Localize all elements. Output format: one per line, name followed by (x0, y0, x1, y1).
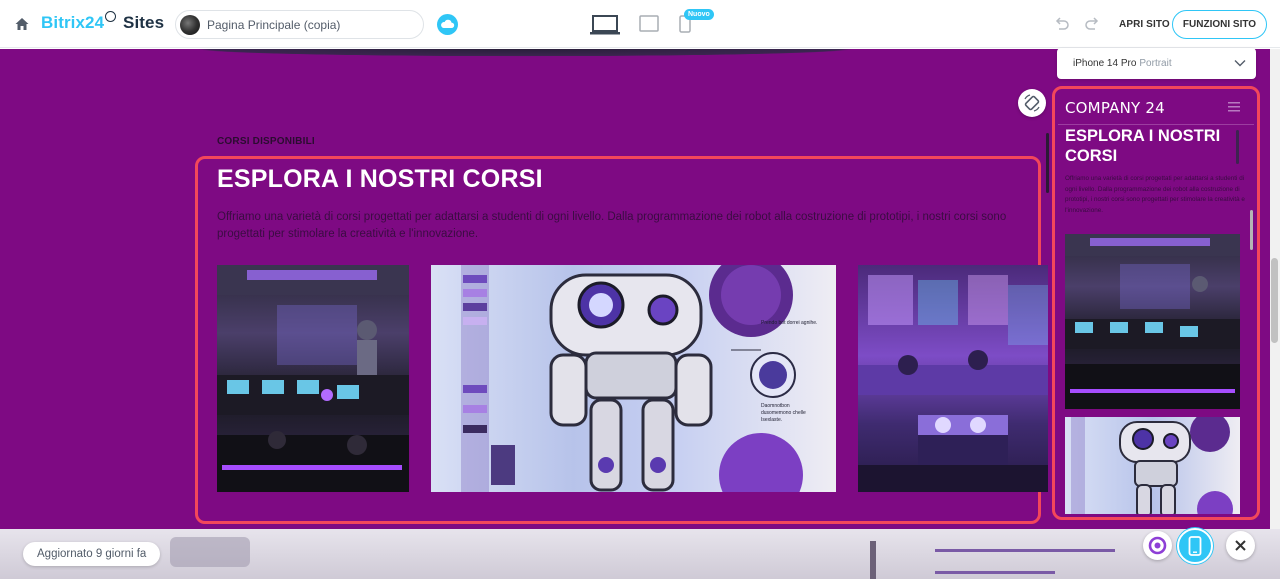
cloud-save-button[interactable] (437, 14, 458, 35)
orientation-label: Portrait (1139, 58, 1172, 69)
open-site-link[interactable]: APRI SITO (1119, 19, 1170, 30)
top-toolbar: Bitrix24 Sites Pagina Principale (copia)… (0, 0, 1280, 48)
lab-illustration (217, 265, 409, 492)
course-image-robot[interactable]: Prendo bot dorrei agnihe. Daomnotbon dus… (431, 265, 836, 492)
next-block-decoration (170, 537, 250, 567)
highlighted-preview-frame (1052, 86, 1260, 520)
ai-copilot-icon (1148, 536, 1167, 555)
robot-annotation-1: Prendo bot dorrei agnihe. (761, 320, 818, 326)
close-icon (1235, 540, 1246, 551)
bitrix24-logo[interactable]: Bitrix24 Sites (41, 11, 165, 33)
cloud-icon (441, 19, 455, 28)
clock-icon (105, 11, 117, 22)
next-block-decoration (935, 549, 1115, 552)
device-model-select[interactable]: iPhone 14 Pro Portrait (1057, 48, 1256, 79)
section-label[interactable]: CORSI DISPONIBILI (217, 136, 315, 147)
ai-assistant-button[interactable] (1143, 531, 1172, 560)
brand-main: Bitrix24 (41, 13, 105, 32)
canvas-scroll-indicator (1046, 133, 1049, 193)
site-functions-button[interactable]: FUNZIONI SITO (1172, 10, 1267, 39)
new-badge: Nuovo (684, 9, 714, 20)
page-scrollbar-thumb[interactable] (1271, 258, 1278, 343)
smartphone-icon (1188, 536, 1202, 556)
page-name: Pagina Principale (copia) (207, 18, 341, 32)
previous-block-edge (0, 49, 1050, 63)
robot-illustration (461, 265, 803, 492)
course-image-lab[interactable] (217, 265, 409, 492)
robot-annotation-2: Daomnotbon dusomemono chelle Isexlaste. (761, 403, 806, 423)
home-icon[interactable] (14, 16, 30, 32)
chevron-down-icon (1234, 60, 1246, 67)
undo-icon[interactable] (1054, 17, 1070, 31)
next-block-decoration (935, 571, 1055, 574)
mobile-preview-toggle[interactable] (1177, 528, 1213, 564)
desktop-view-icon[interactable] (590, 14, 620, 36)
page-selector[interactable]: Pagina Principale (copia) (175, 10, 424, 39)
tablet-view-icon[interactable] (639, 15, 659, 32)
device-model-label: iPhone 14 Pro Portrait (1073, 58, 1172, 69)
rotate-icon (1024, 94, 1040, 112)
course-image-robotics-lab[interactable] (858, 265, 1048, 492)
next-block-decoration (870, 541, 876, 579)
page-thumbnail (180, 15, 200, 35)
redo-icon[interactable] (1084, 17, 1100, 31)
rotate-device-button[interactable] (1018, 89, 1046, 117)
brand-sites: Sites (123, 13, 165, 32)
close-preview-button[interactable] (1226, 531, 1255, 560)
robotics-lab-illustration (858, 275, 1048, 492)
last-updated-badge: Aggiornato 9 giorni fa (23, 542, 161, 566)
